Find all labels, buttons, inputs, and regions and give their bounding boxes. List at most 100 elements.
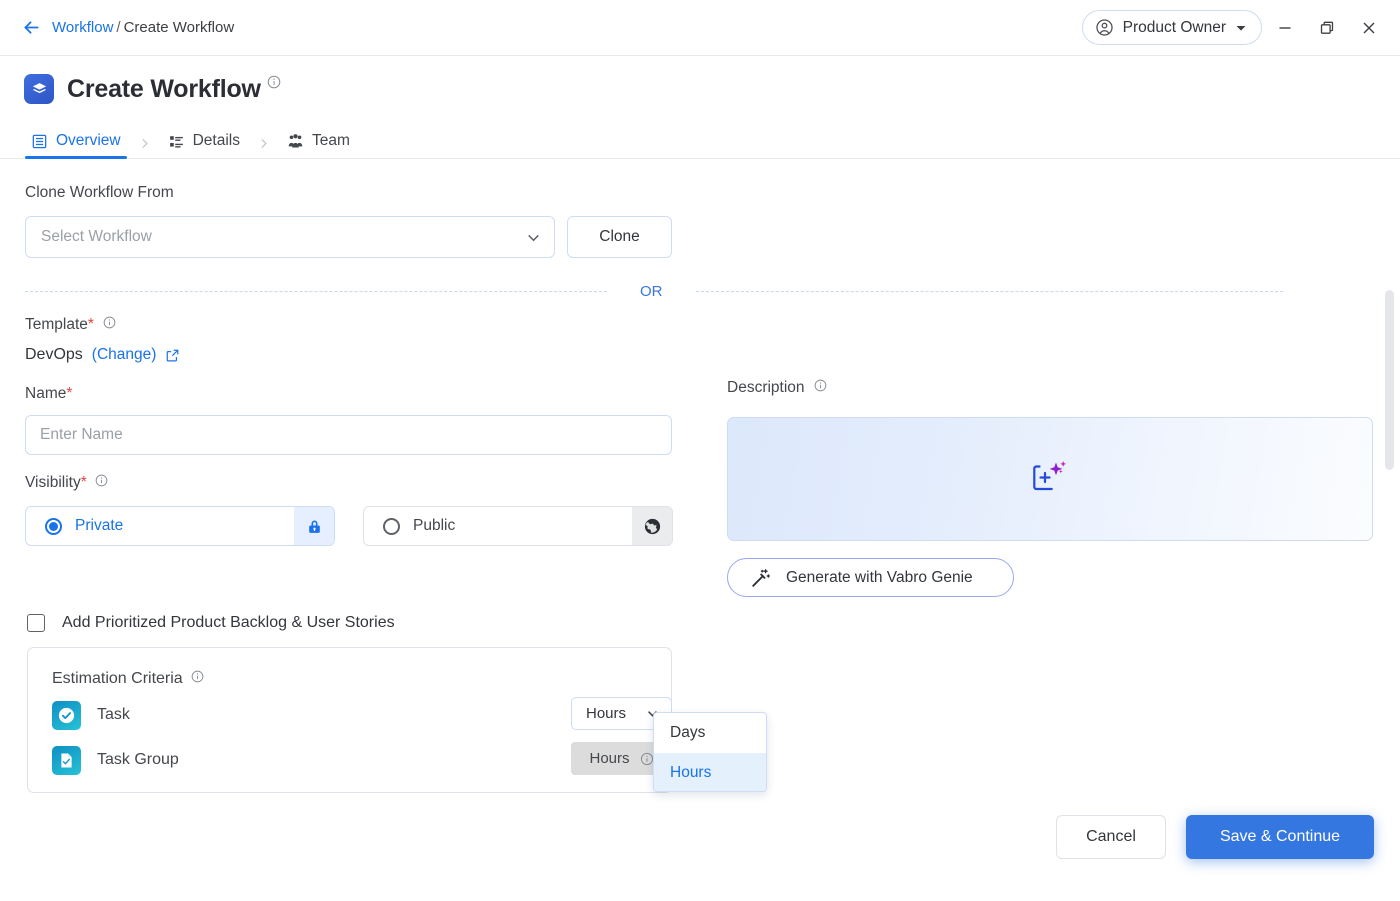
name-label: Name* [25,385,72,403]
close-icon [1363,22,1375,33]
estimation-criteria-title: Estimation Criteria [52,670,204,688]
clone-workflow-select-placeholder: Select Workflow [41,228,152,245]
or-divider: OR [0,280,1400,302]
generate-with-vabro-genie-button[interactable]: Generate with Vabro Genie [727,558,1014,597]
restore-window-icon [1320,21,1334,34]
back-button[interactable] [14,11,48,45]
tab-team[interactable]: Team [281,132,356,159]
info-circle-icon [267,75,281,88]
footer-actions: Cancel Save & Continue [0,796,1400,901]
description-label-text: Description [727,379,805,396]
template-change-link[interactable]: (Change) [92,346,157,364]
estimation-row-task: Task Hours [52,697,672,731]
name-input[interactable] [25,415,672,455]
template-external-link-button[interactable] [165,348,180,363]
estimation-task-label: Task [97,706,130,723]
or-divider-label: OR [640,282,663,300]
task-group-doc-icon [52,745,81,775]
ai-generate-sparkle-icon [1033,461,1067,491]
tab-bar: Overview Details Team [0,122,1400,159]
user-menu-button[interactable]: Product Owner [1081,10,1262,45]
task-check-icon [52,700,81,730]
layers-stack-icon [32,82,46,93]
page-title-info-icon[interactable] [267,75,281,94]
app-window: Workflow/Create Workflow Product Owner [0,0,1400,901]
info-circle-icon [95,474,108,487]
add-backlog-checkbox[interactable] [27,614,45,632]
visibility-private-label: Private [75,517,124,534]
breadcrumb-separator: / [116,19,121,36]
visibility-required-mark: * [80,474,87,491]
estimation-task-unit-value: Hours [586,705,627,722]
name-label-text: Name [25,385,67,402]
details-list-icon [169,135,183,148]
clone-button[interactable]: Clone [567,216,672,258]
restore-button[interactable] [1308,11,1346,45]
visibility-label: Visibility* [25,474,108,492]
unit-option-days[interactable]: Days [654,713,766,753]
caret-down-icon [1236,25,1246,31]
account-circle-icon [1095,19,1113,36]
breadcrumb-current: Create Workflow [123,19,235,36]
visibility-label-text: Visibility [25,474,81,491]
info-circle-icon [191,670,204,683]
name-required-mark: * [66,385,73,402]
breadcrumb: Workflow / Create Workflow [52,19,234,36]
description-textarea[interactable] [727,417,1373,541]
user-name-label: Product Owner [1122,18,1226,36]
template-required-mark: * [87,316,94,333]
description-info-icon[interactable] [814,379,827,397]
page-title: Create Workflow [67,74,261,103]
estimation-criteria-card: Estimation Criteria Task Hours Task Grou… [27,647,672,793]
globe-icon [644,518,660,534]
tab-details[interactable]: Details [162,132,246,159]
chevron-right-icon [142,138,148,149]
info-circle-icon [103,316,116,329]
template-label: Template* [25,316,116,334]
estimation-row-task-group: Task Group Hours [52,742,672,776]
template-value-row: DevOps (Change) [25,346,180,364]
estimation-task-group-label: Task Group [97,751,179,768]
estimation-criteria-title-text: Estimation Criteria [52,670,183,687]
visibility-private-radio[interactable] [45,517,62,535]
visibility-option-public[interactable]: Public [363,506,673,546]
tab-overview[interactable]: Overview [25,132,127,159]
minimize-button[interactable] [1266,11,1304,45]
magic-wand-icon [752,568,771,587]
add-backlog-checkbox-row[interactable]: Add Prioritized Product Backlog & User S… [27,614,395,632]
arrow-left-icon [24,21,38,34]
close-button[interactable] [1350,11,1388,45]
visibility-option-private[interactable]: Private [25,506,335,546]
breadcrumb-workflow-link[interactable]: Workflow [52,19,113,36]
save-and-continue-button[interactable]: Save & Continue [1186,815,1374,859]
template-info-icon[interactable] [103,316,116,334]
tab-team-label: Team [312,132,350,149]
cancel-button[interactable]: Cancel [1056,815,1166,859]
unit-option-hours[interactable]: Hours [654,753,766,791]
estimation-criteria-info-icon[interactable] [191,670,204,688]
list-view-icon [32,134,47,148]
visibility-info-icon[interactable] [95,474,108,492]
workflow-logo [24,74,54,104]
scrollbar-thumb[interactable] [1385,290,1394,470]
task-group-doc-glyph [61,752,72,768]
info-circle-icon[interactable] [640,752,654,766]
external-link-icon [167,349,179,361]
clone-workflow-select[interactable]: Select Workflow [25,216,555,258]
unit-dropdown-menu[interactable]: Days Hours [653,712,767,792]
lock-icon [308,520,320,533]
description-label: Description [727,379,827,397]
visibility-private-icon-box [294,507,334,545]
template-value: DevOps [25,346,83,363]
form-body: Clone Workflow From Select Workflow Clon… [0,159,1400,796]
chevron-right-icon [261,138,267,149]
minimize-icon [1279,26,1291,29]
visibility-public-radio[interactable] [383,517,400,535]
title-bar: Workflow / Create Workflow Product Owner [0,0,1400,56]
tab-separator-2 [246,137,281,159]
add-backlog-label: Add Prioritized Product Backlog & User S… [62,614,395,631]
window-controls-group: Product Owner [1081,10,1400,45]
tab-details-label: Details [192,132,240,149]
tab-overview-label: Overview [56,132,121,149]
info-circle-icon [814,379,827,392]
